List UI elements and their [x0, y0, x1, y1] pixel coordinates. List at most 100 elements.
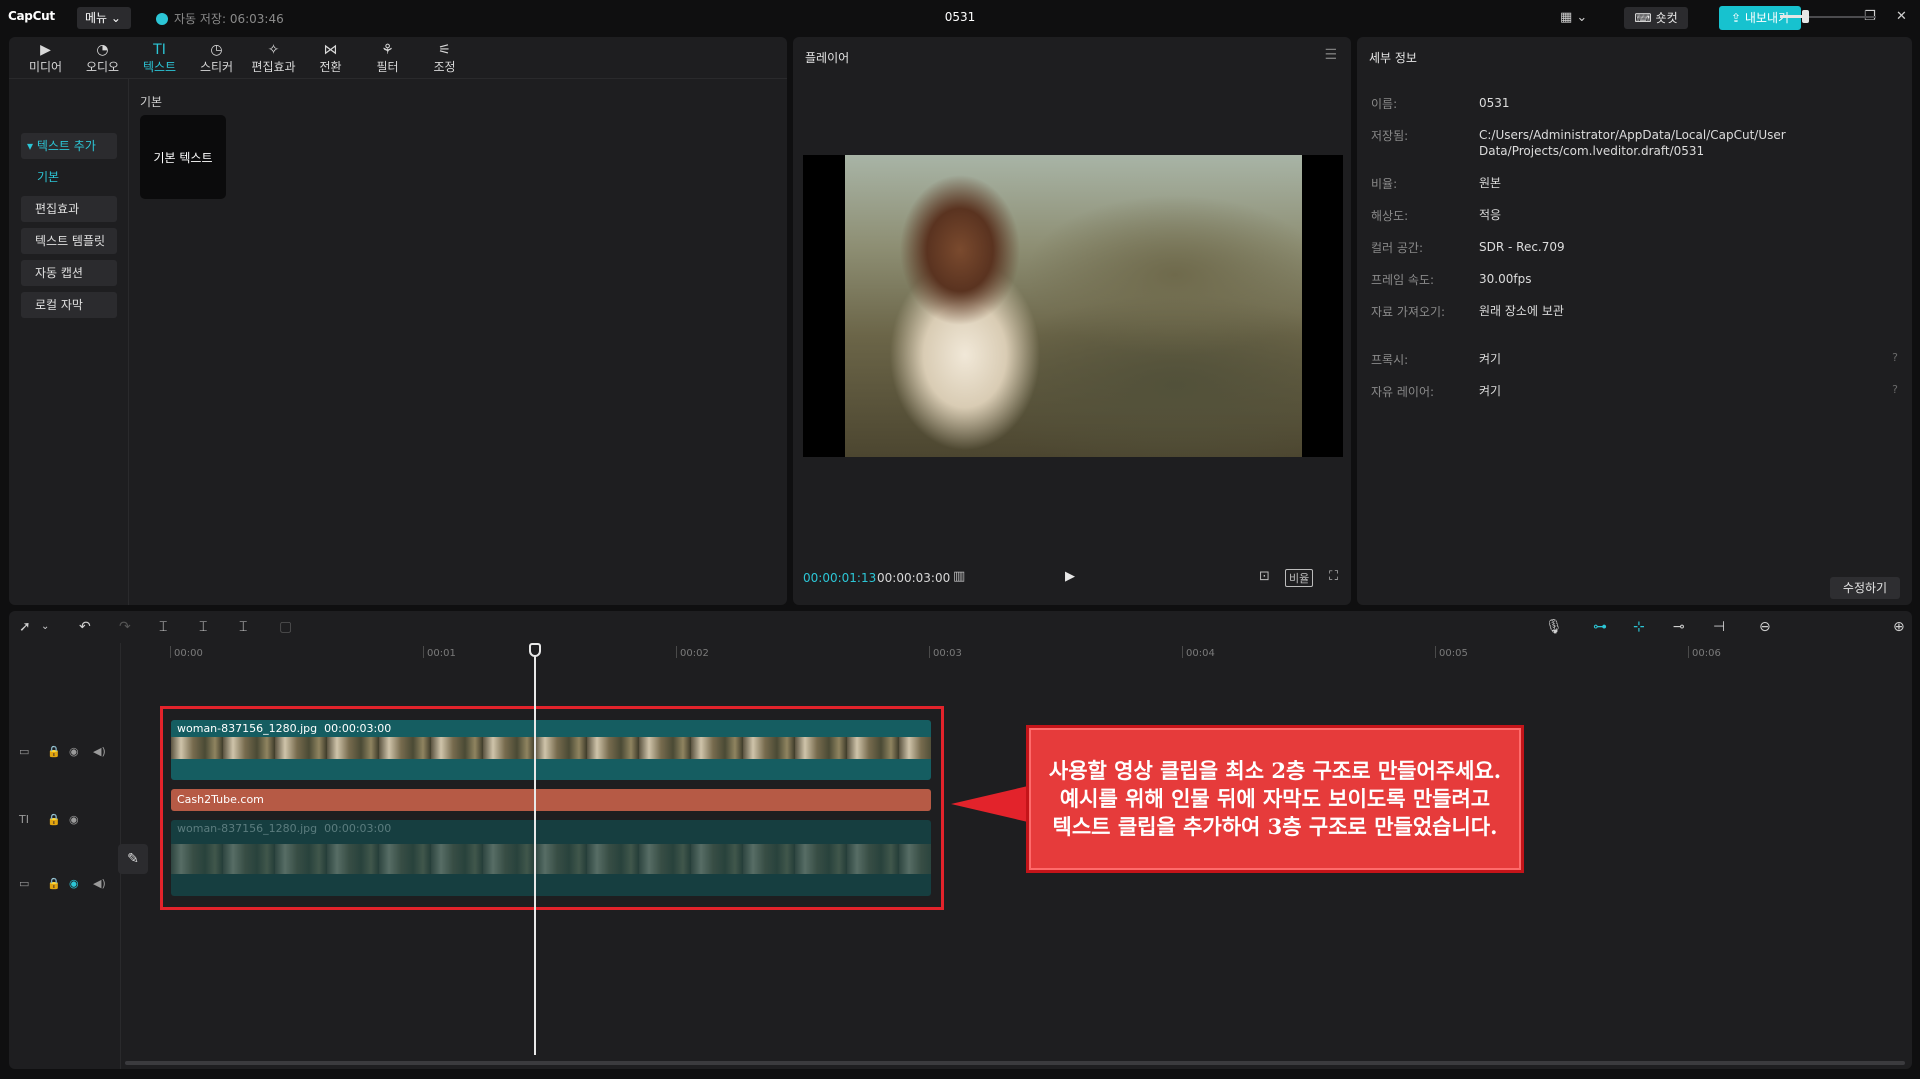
track-cover-icon[interactable]: ▭	[19, 877, 29, 890]
transition-icon: ⋈	[323, 41, 338, 58]
basic-text-card[interactable]: 기본 텍스트	[140, 115, 226, 199]
text-track-icon: TI	[19, 813, 29, 826]
eye-icon[interactable]: ◉	[69, 745, 79, 758]
details-panel: 세부 정보 이름: 0531 저장됨: C:/Users/Administrat…	[1357, 37, 1912, 605]
chevron-down-icon[interactable]: ⌄	[41, 621, 49, 632]
detail-value-framerate: 30.00fps	[1479, 272, 1532, 286]
timeline-scrollbar[interactable]	[125, 1061, 1905, 1065]
lock-icon[interactable]: 🔒	[47, 745, 61, 758]
preview-axis-icon[interactable]: ⊣	[1713, 619, 1725, 635]
eye-icon[interactable]: ◉	[69, 813, 79, 826]
video-preview[interactable]	[803, 155, 1343, 457]
zoom-slider-handle[interactable]	[1802, 10, 1809, 23]
trim-left-icon[interactable]: ⌶	[199, 619, 207, 635]
menu-button[interactable]: 메뉴 ⌄	[77, 7, 131, 29]
section-title: 기본	[140, 95, 163, 109]
detail-value-name: 0531	[1479, 96, 1510, 110]
track-headers: ▭ 🔒 ◉ ◀) TI 🔒 ◉ ▭ 🔒 ◉ ◀)	[9, 643, 121, 1069]
ruler-tick-line	[1688, 646, 1689, 658]
tab-adjust[interactable]: ⚟ 조정	[416, 37, 473, 79]
total-time: 00:00:03:00	[877, 571, 951, 585]
annotation-line: 사용할 영상 클립을 최소 2층 구조로 만들어주세요.	[1048, 758, 1502, 783]
split-icon[interactable]: ⌶	[159, 619, 167, 635]
tab-text[interactable]: TI 텍스트	[131, 37, 188, 79]
close-icon[interactable]: ✕	[1896, 9, 1907, 24]
lock-icon[interactable]: 🔒	[47, 877, 61, 890]
main-track-magnet-icon[interactable]: ⊶	[1593, 619, 1607, 635]
tab-effects[interactable]: ✧ 편집효과	[245, 37, 302, 79]
zoom-out-icon[interactable]: ⊖	[1759, 619, 1771, 635]
fullscreen-icon[interactable]: ⛶	[1329, 569, 1338, 584]
layout-icon[interactable]: ▦ ⌄	[1560, 10, 1587, 25]
audio-icon: ◔	[96, 41, 109, 58]
detail-label-name: 이름:	[1371, 97, 1398, 111]
title-bar: CapCut 메뉴 ⌄ 자동 저장: 06:03:46 0531 ▦ ⌄ ⌨ 숏…	[0, 0, 1920, 36]
media-toolbar: ▶ 미디어 ◔ 오디오 TI 텍스트 ◷ 스티커 ✧ 편집효과 ⋈ 전환 ⚘ 필터 ⚟ 조정	[9, 37, 787, 79]
detail-label-proxy: 프록시:	[1371, 353, 1409, 367]
tab-media[interactable]: ▶ 미디어	[17, 37, 74, 79]
zoom-in-icon[interactable]: ⊕	[1893, 619, 1905, 635]
playhead-handle[interactable]	[529, 643, 541, 657]
pencil-icon[interactable]: ✎	[118, 844, 148, 874]
player-title: 플레이어	[805, 51, 850, 65]
ruler-tick-line	[929, 646, 930, 658]
auto-snap-icon[interactable]: ⊹	[1633, 619, 1645, 635]
subnav-effects[interactable]: 편집효과	[21, 196, 117, 222]
subnav-auto-caption[interactable]: 자동 캡션	[21, 260, 117, 286]
preview-image	[845, 155, 1302, 457]
tab-transition-label: 전환	[319, 59, 342, 74]
shortcut-label: 숏컷	[1655, 11, 1678, 25]
shortcut-button[interactable]: ⌨ 숏컷	[1624, 7, 1688, 29]
subnav-add-text[interactable]: ▾ 텍스트 추가	[21, 133, 117, 159]
tab-text-label: 텍스트	[142, 59, 177, 74]
speaker-icon[interactable]: ◀)	[93, 745, 106, 758]
highlight-box	[160, 706, 944, 910]
snapshot-icon[interactable]: ⊡	[1259, 569, 1270, 584]
playhead[interactable]	[534, 647, 536, 1055]
help-icon[interactable]: ?	[1892, 383, 1898, 396]
tab-transition[interactable]: ⋈ 전환	[302, 37, 359, 79]
delete-icon[interactable]: ▢	[279, 619, 292, 635]
tab-filter[interactable]: ⚘ 필터	[359, 37, 416, 79]
undo-icon[interactable]: ↶	[79, 619, 91, 635]
subnav-templates[interactable]: 텍스트 템플릿	[21, 228, 117, 254]
ruler-tick-line	[423, 646, 424, 658]
ratio-label: 비율	[1289, 572, 1310, 585]
help-icon[interactable]: ?	[1892, 351, 1898, 364]
detail-label-free-layer: 자유 레이어:	[1371, 385, 1435, 399]
menu-label: 메뉴	[85, 11, 108, 25]
detail-value-saved: C:/Users/Administrator/AppData/Local/Cap…	[1479, 128, 1786, 158]
ratio-button[interactable]: 비율	[1285, 569, 1314, 587]
tab-sticker[interactable]: ◷ 스티커	[188, 37, 245, 79]
eye-icon[interactable]: ◉	[69, 877, 79, 890]
ruler-label: 00:06	[1692, 648, 1721, 659]
sticker-icon: ◷	[210, 41, 223, 58]
adjust-icon: ⚟	[438, 41, 451, 58]
detail-value-import: 원래 장소에 보관	[1479, 304, 1564, 318]
tab-audio[interactable]: ◔ 오디오	[74, 37, 131, 79]
basic-text-card-label: 기본 텍스트	[153, 150, 213, 165]
trim-right-icon[interactable]: ⌶	[239, 619, 247, 635]
redo-icon[interactable]: ↷	[119, 619, 131, 635]
microphone-icon[interactable]: 🎙	[1545, 619, 1563, 635]
lock-icon[interactable]: 🔒	[47, 813, 61, 826]
ruler-label: 00:04	[1186, 648, 1215, 659]
subnav-basic[interactable]: 기본	[21, 164, 117, 190]
subnav-local-caption[interactable]: 로컬 자막	[21, 292, 117, 318]
media-panel: ▶ 미디어 ◔ 오디오 TI 텍스트 ◷ 스티커 ✧ 편집효과 ⋈ 전환 ⚘ 필터 ⚟ 조정 ▾…	[9, 37, 787, 605]
detail-label-ratio: 비율:	[1371, 177, 1398, 191]
track-cover-icon[interactable]: ▭	[19, 745, 29, 758]
ruler-label: 00:00	[174, 648, 203, 659]
detail-label-resolution: 해상도:	[1371, 209, 1409, 223]
play-icon[interactable]: ▶	[1065, 569, 1075, 584]
speaker-icon[interactable]: ◀)	[93, 877, 106, 890]
select-tool-icon[interactable]: ➚	[19, 619, 31, 635]
edit-button[interactable]: 수정하기	[1830, 577, 1900, 599]
menu-icon[interactable]: ☰	[1324, 47, 1337, 63]
ruler-tick-line	[1182, 646, 1183, 658]
export-button[interactable]: ⇪ 내보내기	[1719, 6, 1801, 30]
detail-value-proxy: 켜기	[1479, 352, 1502, 366]
export-icon: ⇪	[1730, 11, 1742, 25]
link-icon[interactable]: ⊸	[1673, 619, 1685, 635]
ruler-tick-line	[1435, 646, 1436, 658]
